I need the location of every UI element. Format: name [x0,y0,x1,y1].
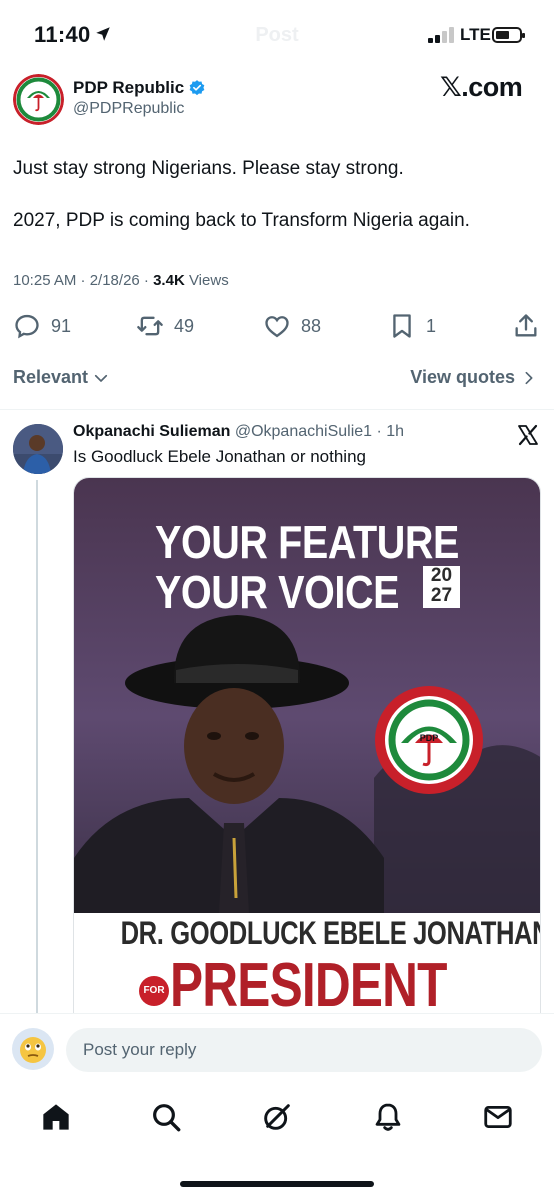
post-timestamp: 10:25 AM · 2/18/26 · [13,272,154,289]
post-handle[interactable]: @PDPRepublic [73,100,184,118]
poster-candidate: DR. GOODLUCK EBELE JONATHAN [120,915,541,951]
bookmark-count: 1 [426,315,437,336]
views-label: Views [184,272,229,289]
poster-year: 20 27 [423,566,460,608]
poster-year-bottom: 27 [430,585,453,606]
reply-avatar[interactable] [13,424,63,474]
post-text: Just stay strong Nigerians. Please stay … [13,158,470,231]
view-quotes-link[interactable]: View quotes [410,367,537,388]
chevron-right-icon [525,371,533,384]
bookmark-icon [393,314,411,338]
like-button[interactable]: 88 [263,311,321,341]
views-count[interactable]: 3.4K [153,272,185,289]
sort-label: Relevant [13,367,89,387]
reply-header: Okpanachi Sulieman @OkpanachiSulie1 · 1h [73,423,404,441]
repost-button[interactable]: 49 [136,311,194,341]
poster-year-top: 20 [430,565,453,586]
source-label: 𝕏.com [440,72,523,102]
reply-count: 91 [51,315,72,336]
home-indicator [180,1181,374,1187]
section-divider [0,409,554,410]
poster-line1: YOUR FEATURE [154,516,460,568]
home-icon[interactable] [40,1101,72,1133]
x-logo-icon [518,424,538,446]
pdp-republic-avatar[interactable] [13,74,64,125]
poster-office: PRESIDENT [170,951,447,1020]
reply-composer-input[interactable] [66,1028,542,1072]
chevron-down-icon [94,374,108,382]
messages-icon[interactable] [482,1101,514,1133]
poster-line2: YOUR VOICE [154,566,400,618]
repost-count: 49 [174,315,195,336]
reply-handle[interactable]: @OkpanachiSulie1 [235,423,372,440]
network-label: LTE [460,25,491,44]
share-button[interactable] [512,311,540,341]
like-icon [265,316,289,338]
reply-icon [15,314,39,339]
search-icon[interactable] [150,1101,182,1133]
signal-strength-icon [428,27,456,43]
post-display-name[interactable]: PDP Republic [73,78,184,98]
thread-line [36,480,38,1015]
poster-for-badge: FOR [139,976,169,1006]
post-meta: 10:25 AM · 2/18/26 · 3.4K Views [13,272,229,289]
view-quotes-label: View quotes [410,367,515,387]
share-icon [515,314,537,337]
notifications-icon[interactable] [372,1101,404,1133]
reply-text: Is Goodluck Ebele Jonathan or nothing [73,447,366,466]
reply-button[interactable]: 91 [13,311,71,341]
status-bar: 11:40 Post LTE [0,0,554,70]
reply-image[interactable]: YOUR FEATURE YOUR VOICE 20 27 PDP DR. GO… [73,477,541,1022]
poster-logo-text: PDP [419,733,439,743]
battery-icon [492,27,525,43]
sort-replies-dropdown[interactable]: Relevant [13,367,110,388]
verified-badge-icon [189,80,205,96]
like-count: 88 [301,315,322,336]
reply-display-name[interactable]: Okpanachi Sulieman [73,423,230,440]
reply-time: · 1h [372,423,405,440]
repost-icon [137,316,163,336]
user-avatar[interactable] [12,1028,54,1070]
grok-icon[interactable] [261,1101,293,1133]
bookmark-button[interactable]: 1 [388,311,436,341]
